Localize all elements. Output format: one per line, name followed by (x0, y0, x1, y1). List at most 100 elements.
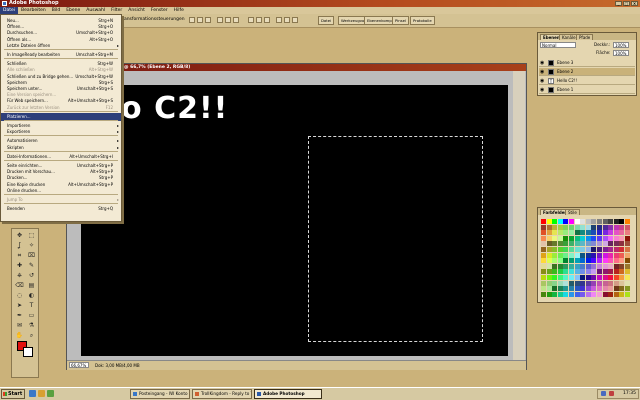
color-swatch[interactable] (591, 252, 597, 258)
color-swatch[interactable] (541, 219, 546, 224)
color-swatch[interactable] (619, 241, 625, 247)
color-swatch[interactable] (619, 291, 625, 297)
marquee-selection[interactable] (308, 136, 483, 342)
color-swatch[interactable] (625, 275, 630, 280)
color-swatch[interactable] (574, 252, 580, 258)
color-swatch[interactable] (591, 247, 597, 252)
color-swatch[interactable] (546, 252, 552, 258)
color-swatch[interactable] (557, 219, 563, 224)
color-swatch[interactable] (608, 241, 614, 247)
color-swatch[interactable] (597, 280, 602, 286)
menu-window[interactable]: Fenster (148, 7, 171, 14)
color-swatch[interactable] (541, 269, 546, 275)
path-select-icon[interactable]: ➤ (14, 301, 25, 311)
color-swatch[interactable] (597, 241, 602, 247)
color-swatch[interactable] (569, 241, 574, 247)
color-swatch[interactable] (580, 258, 586, 264)
color-swatch[interactable] (552, 286, 558, 292)
align-right-button[interactable] (233, 17, 239, 23)
color-swatch[interactable] (574, 275, 580, 280)
color-swatch[interactable] (563, 230, 569, 236)
color-swatch[interactable] (585, 275, 591, 280)
tab-paths[interactable]: Pfade (576, 34, 594, 40)
color-swatch[interactable] (569, 252, 574, 258)
color-swatch[interactable] (619, 263, 625, 269)
vertical-scrollbar[interactable] (513, 71, 525, 360)
color-swatch[interactable] (602, 230, 608, 236)
color-swatch[interactable] (585, 258, 591, 264)
tray-antivirus-icon[interactable] (609, 391, 614, 396)
color-swatch[interactable] (569, 263, 574, 269)
color-swatch[interactable] (541, 275, 546, 280)
color-swatch[interactable] (552, 269, 558, 275)
color-swatch[interactable] (546, 280, 552, 286)
color-swatch[interactable] (597, 286, 602, 292)
color-swatch[interactable] (557, 252, 563, 258)
color-swatch[interactable] (585, 241, 591, 247)
eraser-icon[interactable]: ⌫ (14, 281, 25, 291)
tab-styles[interactable]: Stile (565, 209, 580, 215)
color-swatch[interactable] (619, 252, 625, 258)
color-swatch[interactable] (585, 252, 591, 258)
app-title-bar[interactable]: Adobe Photoshop _ □ × (0, 0, 640, 7)
color-swatch[interactable] (613, 291, 619, 297)
color-swatch[interactable] (569, 235, 574, 241)
color-swatch[interactable] (613, 247, 619, 252)
distribute-button[interactable] (276, 17, 282, 23)
color-swatch[interactable] (580, 224, 586, 230)
color-swatch[interactable] (541, 247, 546, 252)
taskbar-button[interactable]: TrollKingdom - Reply to T... (192, 389, 252, 399)
layer-row[interactable]: ◉ Ebene 2 (539, 68, 635, 76)
color-swatch[interactable] (585, 219, 591, 224)
color-swatch[interactable] (602, 280, 608, 286)
color-swatch[interactable] (546, 275, 552, 280)
color-swatch[interactable] (574, 235, 580, 241)
quicklaunch-browser-icon[interactable] (29, 390, 36, 397)
color-swatch[interactable] (613, 230, 619, 236)
color-swatch[interactable] (569, 224, 574, 230)
color-swatch[interactable] (546, 286, 552, 292)
color-swatch[interactable] (625, 263, 630, 269)
color-swatch[interactable] (585, 286, 591, 292)
color-swatch[interactable] (569, 269, 574, 275)
color-swatch[interactable] (597, 269, 602, 275)
color-swatch[interactable] (574, 247, 580, 252)
color-swatch[interactable] (597, 275, 602, 280)
color-swatch[interactable] (546, 230, 552, 236)
background-color-swatch[interactable] (23, 347, 33, 357)
color-swatch[interactable] (563, 263, 569, 269)
color-swatch[interactable] (569, 280, 574, 286)
color-swatch[interactable] (563, 235, 569, 241)
color-swatch[interactable] (569, 258, 574, 264)
color-swatch[interactable] (546, 247, 552, 252)
color-swatch[interactable] (625, 219, 630, 224)
color-swatch[interactable] (597, 219, 602, 224)
color-swatch[interactable] (546, 224, 552, 230)
distribute-button[interactable] (256, 17, 262, 23)
quicklaunch-app-icon[interactable] (47, 390, 54, 397)
color-swatch[interactable] (569, 230, 574, 236)
color-swatch[interactable] (619, 258, 625, 264)
color-swatch[interactable] (574, 263, 580, 269)
color-swatch[interactable] (602, 286, 608, 292)
color-swatch[interactable] (597, 291, 602, 297)
color-swatch[interactable] (625, 291, 630, 297)
color-swatch[interactable] (625, 280, 630, 286)
color-swatch[interactable] (591, 275, 597, 280)
color-swatch[interactable] (541, 252, 546, 258)
color-swatch[interactable] (563, 247, 569, 252)
color-swatch[interactable] (574, 286, 580, 292)
color-swatch[interactable] (563, 291, 569, 297)
color-swatch[interactable] (591, 241, 597, 247)
color-swatch[interactable] (541, 235, 546, 241)
color-swatch[interactable] (580, 280, 586, 286)
dodge-icon[interactable]: ◐ (26, 291, 37, 301)
color-swatch[interactable] (597, 247, 602, 252)
eye-icon[interactable]: ◉ (540, 60, 546, 66)
color-swatch[interactable] (580, 275, 586, 280)
color-swatch[interactable] (602, 291, 608, 297)
color-swatch[interactable] (597, 235, 602, 241)
align-middle-button[interactable] (197, 17, 203, 23)
layer-row[interactable]: ◉ T Hello C2!! (539, 77, 635, 85)
align-top-button[interactable] (189, 17, 195, 23)
